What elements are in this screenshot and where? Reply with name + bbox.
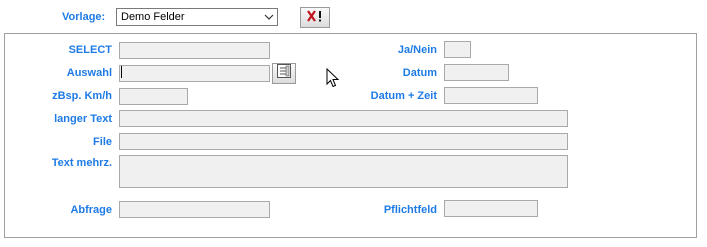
- zbsp-field[interactable]: [119, 88, 188, 105]
- chevron-down-icon[interactable]: [260, 9, 277, 25]
- pflichtfeld-field[interactable]: [444, 200, 538, 217]
- zbsp-label: zBsp. Km/h: [52, 90, 112, 102]
- auswahl-field[interactable]: [119, 65, 270, 82]
- list-picker-icon: [277, 64, 291, 83]
- file-field[interactable]: [119, 133, 568, 150]
- datum-field[interactable]: [444, 64, 509, 81]
- datum-zeit-label: Datum + Zeit: [370, 90, 437, 102]
- delete-template-button[interactable]: [300, 7, 330, 28]
- text-caret: [121, 66, 122, 78]
- datum-zeit-field[interactable]: [444, 87, 538, 104]
- select-field[interactable]: [119, 42, 270, 59]
- auswahl-picker-button[interactable]: [272, 63, 296, 84]
- select-label: SELECT: [68, 44, 112, 56]
- abfrage-label: Abfrage: [70, 204, 112, 216]
- file-label: File: [93, 136, 112, 148]
- vorlage-select[interactable]: Demo Felder: [116, 8, 278, 26]
- text-mehrz-field[interactable]: [119, 155, 568, 188]
- langer-text-field[interactable]: [119, 110, 568, 127]
- vorlage-select-value: Demo Felder: [121, 11, 185, 23]
- auswahl-label: Auswahl: [66, 67, 112, 79]
- abfrage-field[interactable]: [119, 201, 270, 218]
- datum-label: Datum: [402, 67, 437, 79]
- langer-text-label: langer Text: [54, 113, 112, 125]
- janein-field[interactable]: [444, 41, 471, 58]
- vorlage-label: Vorlage:: [62, 11, 106, 23]
- delete-x-icon: [306, 9, 324, 27]
- mouse-pointer-icon: [326, 67, 340, 93]
- janein-label: Ja/Nein: [397, 44, 437, 56]
- text-mehrz-label: Text mehrz.: [51, 157, 112, 169]
- pflichtfeld-label: Pflichtfeld: [383, 204, 437, 216]
